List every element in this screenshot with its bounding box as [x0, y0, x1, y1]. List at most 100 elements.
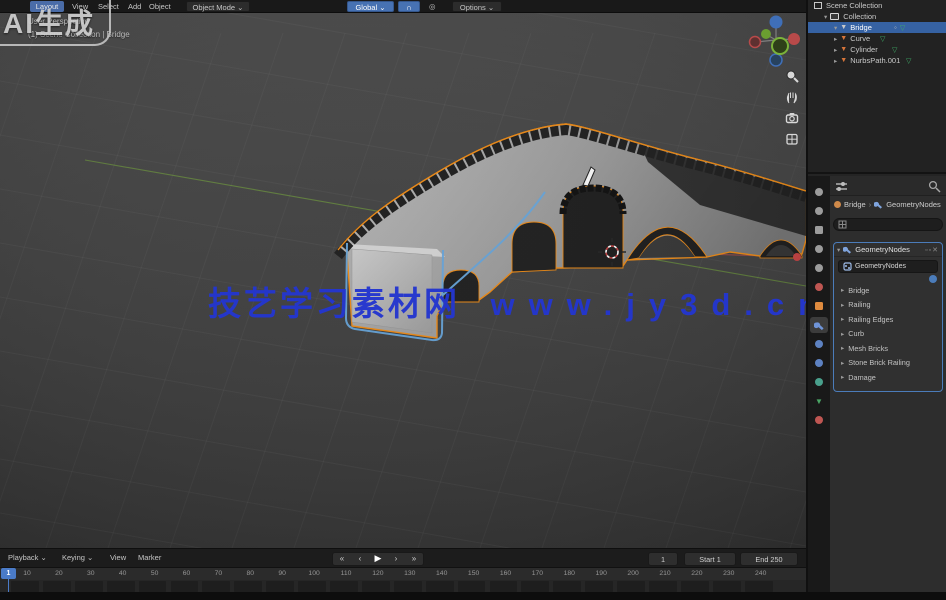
gizmo-axis-z[interactable] — [770, 16, 783, 29]
curve-data-icon[interactable]: ▽ — [892, 46, 897, 54]
outliner-item-label: Cylinder — [850, 45, 878, 54]
topbar-options-[interactable]: Options ⌄ — [452, 1, 502, 12]
topbar-add[interactable]: Add — [126, 1, 143, 12]
prev-key-button[interactable]: ‹ — [351, 554, 369, 563]
frame-end-field[interactable]: End 250 — [740, 552, 798, 566]
modifier-subpanel-stone-brick-railing[interactable]: ▸Stone Brick Railing — [834, 356, 942, 371]
ruler-tick-label: 20 — [55, 570, 63, 577]
properties-tab-tool[interactable] — [810, 184, 828, 200]
expander-icon[interactable]: ▾ — [834, 24, 837, 32]
outliner-row-curve[interactable]: ▸▼Curve▽ — [808, 33, 946, 44]
chevron-down-icon[interactable]: ▾ — [837, 246, 840, 254]
topbar-object-mode-[interactable]: Object Mode ⌄ — [186, 1, 250, 12]
modifier-wrench-icon[interactable]: ◦ — [894, 23, 897, 32]
gizmo-axis-x-neg[interactable] — [750, 37, 761, 48]
pin-icon[interactable] — [929, 275, 937, 283]
next-key-button[interactable]: › — [387, 554, 405, 563]
curve-data-icon[interactable]: ▽ — [900, 24, 905, 32]
axis-x-dot — [793, 253, 801, 261]
curve-data-icon[interactable]: ▽ — [906, 57, 911, 65]
ruler-tick-label: 110 — [341, 570, 352, 577]
timeline-menu-marker[interactable]: Marker — [138, 553, 161, 562]
gizmo-axis-z-neg[interactable] — [770, 54, 782, 66]
current-frame-field[interactable]: 1 — [648, 552, 678, 566]
right-panel: Scene Collection▾Collection▾▼Bridge◦▽▸▼C… — [806, 0, 946, 592]
mesh-icon: ▼ — [840, 24, 847, 31]
properties-tab-render[interactable] — [810, 203, 828, 219]
zoom-tool-icon[interactable] — [783, 67, 800, 84]
breadcrumb-modifier[interactable]: GeometryNodes — [886, 200, 941, 209]
subpanel-label: Bridge — [848, 286, 869, 295]
outliner-row-nurbspath-001[interactable]: ▸▼NurbsPath.001▽ — [808, 55, 946, 66]
properties-tab-scene[interactable] — [810, 260, 828, 276]
ruler-tick-label: 130 — [404, 570, 415, 577]
expander-icon[interactable]: ▾ — [824, 13, 827, 21]
expander-icon[interactable]: ▸ — [834, 57, 837, 65]
properties-tab-object-data[interactable]: ▼ — [810, 393, 828, 409]
curve-data-icon[interactable]: ▽ — [880, 35, 885, 43]
ruler-tick-label: 180 — [564, 570, 575, 577]
ruler-tick-label: 100 — [308, 570, 319, 577]
chevron-right-icon: ▸ — [841, 344, 844, 352]
gizmo-axis-y-neg[interactable] — [772, 38, 788, 54]
timeline-menu-keying[interactable]: Keying ⌄ — [62, 553, 93, 562]
outliner-row-scene-collection[interactable]: Scene Collection — [808, 0, 946, 11]
ortho-toggle-icon[interactable] — [783, 130, 800, 147]
ruler-tick-label: 160 — [500, 570, 511, 577]
outliner-item-label: Bridge — [850, 23, 872, 32]
properties-tab-material[interactable] — [810, 412, 828, 428]
topbar--[interactable]: ∩ — [398, 1, 420, 12]
breadcrumb-object[interactable]: Bridge — [844, 200, 866, 209]
modifier-header[interactable]: ▾ GeometryNodes ▫▫✕ — [834, 243, 942, 257]
modifier-subpanel-curb[interactable]: ▸Curb — [834, 327, 942, 342]
wrench-icon — [814, 320, 825, 331]
properties-tab-constraints[interactable] — [810, 374, 828, 390]
properties-tab-particles[interactable] — [810, 336, 828, 352]
timeline-ruler[interactable]: 1020304050607080901001101201301401501601… — [0, 568, 806, 580]
topbar-object[interactable]: Object — [147, 1, 173, 12]
timeline-menu-view[interactable]: View — [110, 553, 126, 562]
camera-view-icon[interactable] — [783, 109, 800, 126]
ruler-tick-label: 40 — [119, 570, 127, 577]
outliner-item-label: Collection — [843, 12, 876, 21]
modifier-subpanel-bridge[interactable]: ▸Bridge — [834, 283, 942, 298]
outliner-row-collection[interactable]: ▾ Collection — [808, 11, 946, 22]
topbar-global-[interactable]: Global ⌄ — [347, 1, 394, 12]
outliner-row-cylinder[interactable]: ▸▼Cylinder▽ — [808, 44, 946, 55]
modifier-subpanel-railing[interactable]: ▸Railing — [834, 298, 942, 313]
jump-start-button[interactable]: « — [333, 554, 351, 563]
pan-hand-icon[interactable] — [783, 88, 800, 105]
properties-tab-view-layer[interactable] — [810, 241, 828, 257]
outliner-row-bridge[interactable]: ▾▼Bridge ◦▽ — [808, 22, 946, 33]
node-group-selector[interactable]: GeometryNodes — [838, 260, 938, 273]
modifier-subpanel-mesh-bricks[interactable]: ▸Mesh Bricks — [834, 341, 942, 356]
gizmo-axis-y[interactable] — [761, 29, 771, 39]
jump-end-button[interactable]: » — [405, 554, 423, 563]
properties-tab-object[interactable] — [810, 298, 828, 314]
modifier-subpanel-damage[interactable]: ▸Damage — [834, 370, 942, 385]
search-icon[interactable] — [928, 180, 941, 193]
expander-icon[interactable]: ▸ — [834, 35, 837, 43]
modifier-options-icon[interactable]: ▫▫✕ — [925, 246, 939, 254]
properties-tab-output[interactable] — [810, 222, 828, 238]
data-path-field[interactable] — [833, 218, 943, 231]
properties-tab-physics[interactable] — [810, 355, 828, 371]
ruler-tick-label: 240 — [755, 570, 766, 577]
properties-editor-icon[interactable] — [834, 179, 850, 195]
breadcrumb-separator: › — [869, 200, 872, 209]
timeline-editor[interactable]: Playback ⌄ Keying ⌄ View Marker «‹▶›» 1 Sta… — [0, 548, 806, 592]
play-button[interactable]: ▶ — [369, 553, 387, 564]
expander-icon[interactable]: ▸ — [834, 46, 837, 54]
gizmo-axis-x[interactable] — [788, 33, 800, 45]
properties-tab-modifiers[interactable] — [810, 317, 828, 333]
watermark-site-name: 技艺学习素材网 — [208, 285, 460, 322]
properties-tab-world[interactable] — [810, 279, 828, 295]
modifier-subpanels: ▸Bridge▸Railing▸Railing Edges▸Curb▸Mesh … — [834, 283, 942, 385]
timeline-menu-playback[interactable]: Playback ⌄ — [8, 553, 47, 562]
timeline-playhead[interactable]: 1 — [1, 568, 16, 579]
modifier-subpanel-railing-edges[interactable]: ▸Railing Edges — [834, 312, 942, 327]
wrench-icon — [843, 245, 852, 254]
viewport-3d[interactable]: User Perspective (1) Scene Collection | … — [0, 13, 806, 548]
topbar--[interactable]: ◎ — [427, 1, 438, 12]
frame-start-field[interactable]: Start 1 — [684, 552, 736, 566]
